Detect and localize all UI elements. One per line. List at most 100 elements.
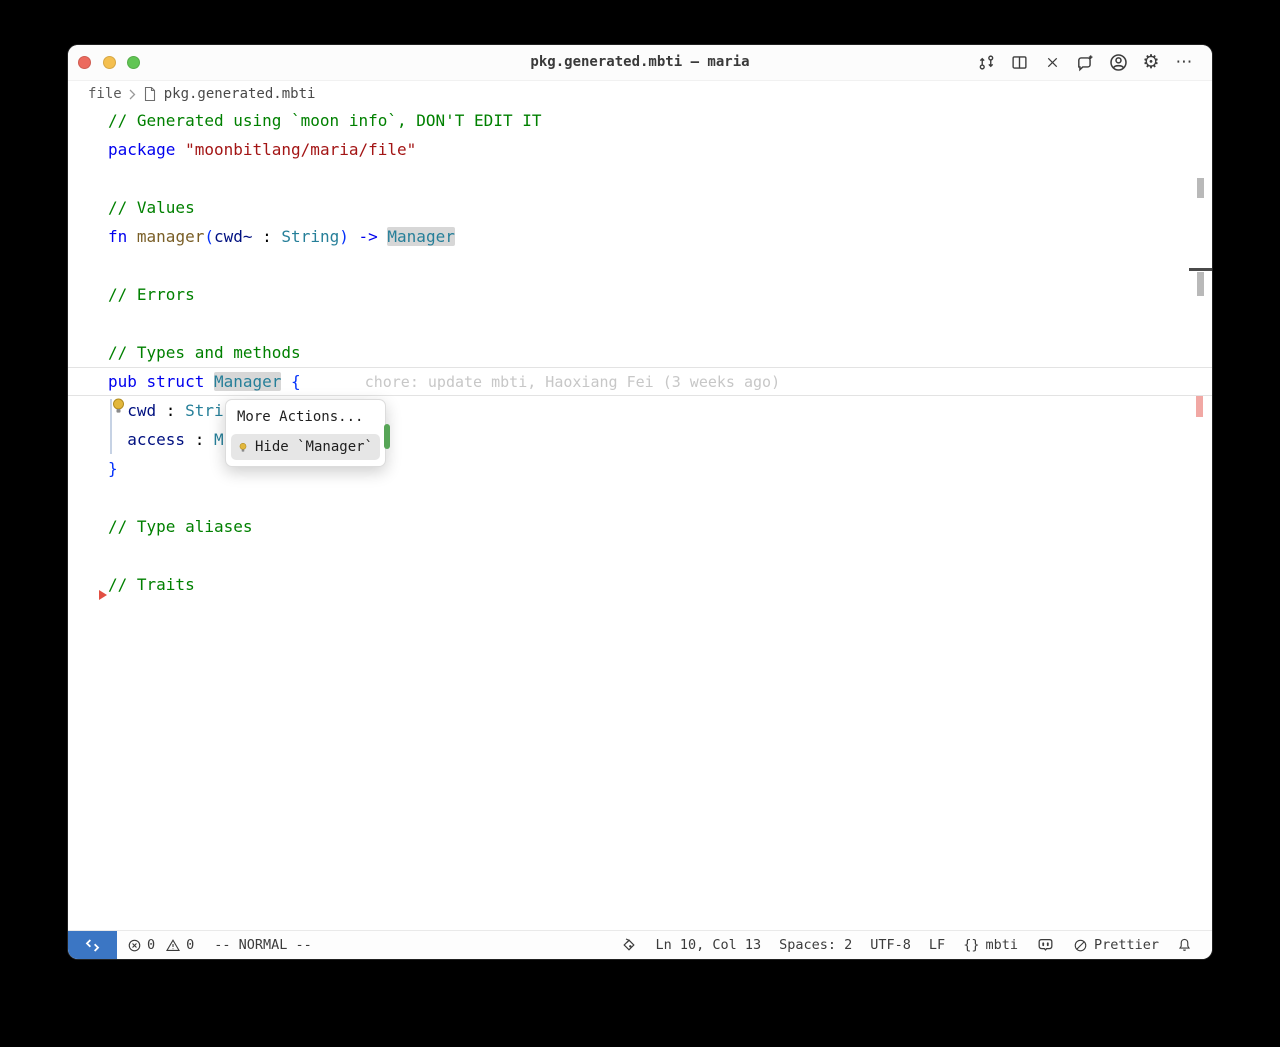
cursor-position[interactable]: Ln 10, Col 13 — [655, 937, 761, 953]
code-line[interactable]: // Values — [68, 193, 1212, 222]
code-token: } — [108, 459, 118, 478]
code-token: access — [127, 430, 186, 449]
minimize-window-button[interactable] — [102, 56, 116, 69]
account-icon[interactable] — [1108, 53, 1128, 73]
zoom-window-button[interactable] — [127, 56, 140, 69]
green-bracket-mark — [384, 424, 390, 449]
language-mode[interactable]: {} mbti — [963, 937, 1018, 953]
breadcrumb: file pkg.generated.mbti — [68, 81, 1212, 107]
overview-ruler-cursor-mark — [1189, 268, 1212, 271]
code-token: : — [156, 401, 186, 420]
code-token: ( — [204, 227, 214, 246]
code-line[interactable] — [68, 483, 1212, 512]
chevron-right-icon — [129, 89, 136, 99]
eol-status[interactable]: LF — [929, 937, 945, 953]
code-token: cwd — [127, 401, 157, 420]
highlighted-symbol: Manager — [213, 372, 282, 391]
bell-icon[interactable] — [1177, 937, 1192, 953]
code-token: "moonbitlang/maria/file" — [185, 140, 417, 159]
code-token: M — [213, 430, 224, 449]
remote-indicator[interactable] — [68, 931, 117, 959]
code-line[interactable]: // Type aliases — [68, 512, 1212, 541]
code-token: : — [252, 227, 282, 246]
code-line[interactable] — [68, 309, 1212, 338]
more-actions-icon[interactable]: ⋯ — [1174, 53, 1194, 73]
code-token: manager — [136, 227, 205, 246]
editor[interactable]: // Generated using `moon info`, DON'T ED… — [68, 106, 1212, 931]
code-line[interactable]: fn manager(cwd~ : String) -> Manager — [68, 222, 1212, 251]
breadcrumb-filename[interactable]: pkg.generated.mbti — [164, 86, 316, 102]
code-token: package — [108, 140, 176, 159]
code-token: pub struct — [108, 372, 205, 391]
indentation-status[interactable]: Spaces: 2 — [779, 937, 852, 953]
code-token: : — [185, 430, 214, 449]
code-token: // Values — [108, 198, 195, 217]
red-cursor-arrow — [99, 590, 107, 600]
code-token: cwd~ — [213, 227, 253, 246]
formatter-status[interactable]: Prettier — [1073, 937, 1159, 953]
overview-ruler-occurrence-mark — [1197, 272, 1204, 296]
code-token: // Traits — [108, 575, 195, 594]
code-token: { — [291, 372, 301, 391]
code-token: chore: update mbti, Haoxiang Fei (3 week… — [364, 373, 781, 391]
status-bar: 0 0 -- NORMAL -- Ln 10, Col 13 Spaces: 2… — [68, 930, 1212, 959]
formatter-label: Prettier — [1093, 937, 1159, 953]
code-line[interactable] — [68, 251, 1212, 280]
code-line[interactable]: package "moonbitlang/maria/file" — [68, 135, 1212, 164]
close-editor-icon[interactable] — [1042, 53, 1062, 73]
overview-ruler-salmon-mark — [1196, 396, 1203, 417]
code-token: // Errors — [108, 285, 195, 304]
quick-fix-menu: More Actions... Hide `Manager` — [225, 399, 386, 467]
code-token: -> — [358, 227, 378, 246]
split-editor-icon[interactable] — [1009, 53, 1029, 73]
ink-bottle-icon[interactable] — [621, 937, 637, 953]
vim-mode-indicator: -- NORMAL -- — [214, 937, 312, 953]
remote-icon — [85, 938, 100, 952]
code-token: // Types and methods — [108, 343, 301, 362]
window-controls — [68, 56, 140, 69]
code-line[interactable] — [68, 541, 1212, 570]
close-window-button[interactable] — [78, 56, 91, 69]
git-sync-icon[interactable] — [976, 53, 996, 73]
code-line[interactable] — [68, 164, 1212, 193]
code-token: ) — [339, 227, 349, 246]
language-label: mbti — [985, 937, 1018, 953]
breadcrumb-folder[interactable]: file — [88, 86, 122, 102]
error-icon — [127, 938, 142, 953]
code-line[interactable]: // Traits — [68, 570, 1212, 599]
circle-slash-icon — [1073, 938, 1088, 953]
overview-ruler-occurrence-mark — [1197, 178, 1204, 198]
braces-icon: {} — [963, 937, 980, 953]
code-token: String — [281, 227, 340, 246]
code-token: // Type aliases — [108, 517, 253, 536]
lightbulb-icon — [239, 442, 247, 452]
warning-icon — [165, 938, 181, 953]
vscode-window: pkg.generated.mbti — maria ⚙ ⋯ file pkg.… — [68, 45, 1212, 959]
code-token: fn — [108, 227, 128, 246]
quick-fix-item-hide-manager[interactable]: Hide `Manager` — [231, 434, 380, 460]
settings-gear-icon[interactable]: ⚙ — [1141, 53, 1161, 73]
lightbulb-icon[interactable] — [110, 397, 127, 415]
highlighted-symbol: Manager — [387, 227, 455, 246]
window-title: pkg.generated.mbti — maria — [530, 54, 750, 70]
code-token: // Generated using `moon info`, DON'T ED… — [108, 111, 542, 130]
problems-status[interactable]: 0 0 — [117, 937, 194, 953]
code-line[interactable]: // Errors — [68, 280, 1212, 309]
encoding-status[interactable]: UTF-8 — [870, 937, 911, 953]
file-icon — [144, 86, 155, 102]
code-token: Stri — [185, 401, 224, 420]
copilot-chat-icon[interactable] — [1075, 53, 1095, 73]
warning-count: 0 — [186, 937, 195, 953]
copilot-icon[interactable] — [1036, 938, 1055, 953]
code-line[interactable]: // Types and methods — [68, 338, 1212, 367]
code-line-current[interactable]: pub struct Manager { chore: update mbti, … — [68, 367, 1212, 396]
code-line[interactable]: // Generated using `moon info`, DON'T ED… — [68, 106, 1212, 135]
quick-fix-more-actions[interactable]: More Actions... — [231, 409, 380, 434]
code-lines: // Generated using `moon info`, DON'T ED… — [68, 106, 1212, 599]
